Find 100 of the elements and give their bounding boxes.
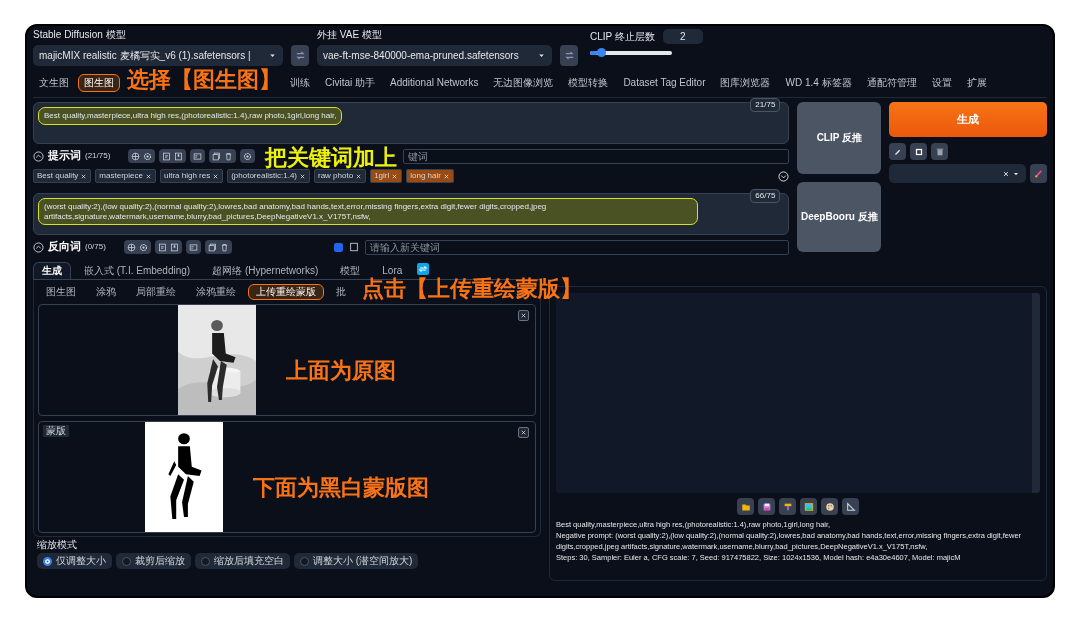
main-tab[interactable]: 文生图 (33, 74, 75, 92)
tag-chip[interactable]: long hair (406, 169, 454, 183)
prompt-text: (worst quality:2),(low quality:2),(normal quality:2),lowres,bad anatomy,bad hands,text,error,missing fingers,extra digit,fewer digits,cropped,jpeg artifacts,signature,watermark,username,blurry,bad_pictures,DeepNegativeV1.x_V175T,nsfw, (38, 198, 698, 226)
output-button[interactable] (800, 498, 817, 515)
toolbar-button[interactable] (159, 149, 187, 163)
toolbar-button[interactable] (154, 240, 182, 254)
remove-icon (299, 172, 306, 180)
sub-tab[interactable]: 批 (328, 284, 354, 300)
select-value: vae-ft-mse-840000-ema-pruned.safetensors (323, 49, 519, 62)
sub-tab[interactable]: 图生图 (38, 284, 84, 300)
sub-tab[interactable]: 上传重绘蒙版 (248, 284, 324, 300)
tag-chip[interactable]: Best quality (33, 169, 92, 183)
main-tab[interactable]: 训练 (284, 74, 316, 92)
tool-button[interactable] (931, 143, 949, 160)
main-tab[interactable]: Civitai 助手 (319, 74, 381, 92)
radio-option[interactable]: 裁剪后缩放 (116, 553, 191, 569)
refresh-button[interactable] (560, 45, 578, 66)
slider-thumb[interactable] (597, 48, 607, 57)
remove-icon (144, 172, 152, 180)
interrogate-button[interactable]: CLIP 反推 (797, 102, 882, 174)
remove-icon (442, 172, 450, 180)
main-tab[interactable]: Dataset Tag Editor (617, 74, 712, 92)
toolbar-button[interactable] (185, 240, 201, 254)
close-button[interactable] (518, 427, 529, 438)
model-select[interactable]: vae-ft-mse-840000-ema-pruned.safetensors (317, 45, 552, 66)
tag-chip[interactable]: raw photo (314, 169, 367, 183)
checkbox[interactable] (333, 242, 343, 252)
tool-button[interactable] (910, 143, 928, 160)
model-select[interactable]: majicMIX realistic 麦橘写实_v6 (1).safetensors | (33, 45, 283, 66)
brush-button[interactable] (1030, 164, 1047, 183)
tab[interactable]: 生成 (33, 262, 71, 279)
remove-icon (391, 172, 399, 180)
tag-chip[interactable]: masterpiece (95, 169, 156, 183)
radio-option[interactable]: 仅调整大小 (37, 553, 112, 569)
section-label: 反向词 (48, 240, 81, 254)
annotation-text: 下面为黑白蒙版图 (253, 477, 429, 499)
image-label: 蒙版 (43, 425, 69, 437)
output-button[interactable] (821, 498, 838, 515)
settings-icon (243, 151, 253, 161)
main-tab[interactable]: 图库浏览器 (714, 74, 777, 92)
annotation-text: 上面为原图 (286, 360, 396, 382)
toolbar-button[interactable] (209, 149, 237, 163)
output-button[interactable] (758, 498, 775, 515)
image-upload[interactable]: 上面为原图 (38, 304, 536, 416)
main-tab[interactable]: 设置 (925, 74, 958, 92)
note-icon (157, 242, 167, 252)
section-label: 提示词 (48, 149, 81, 163)
card-icon (188, 242, 198, 252)
tag-chip[interactable]: ultra high res (159, 169, 224, 183)
sub-tab[interactable]: 涂鸦重绘 (188, 284, 244, 300)
main-tab[interactable]: 图生图 (78, 74, 120, 92)
toolbar-button[interactable] (204, 240, 232, 254)
tag-chip[interactable]: 1girl (370, 169, 403, 183)
main-tab[interactable]: 扩展 (960, 74, 993, 92)
note-icon (162, 151, 172, 161)
collapse-icon (778, 170, 790, 182)
tab[interactable]: 模型 (331, 262, 370, 279)
sub-tab[interactable]: 局部重绘 (128, 284, 184, 300)
main-tab[interactable]: Additional Networks (384, 74, 485, 92)
refresh-icon (563, 50, 575, 61)
slider-track[interactable] (590, 51, 672, 55)
gear-icon (138, 242, 148, 252)
main-tab[interactable]: 通配符管理 (860, 74, 923, 92)
toolbar-button[interactable] (128, 149, 156, 163)
trash-icon (219, 242, 229, 252)
annotation-text: 把关键词加上 (265, 147, 398, 169)
image-upload[interactable]: 蒙版 下面为黑白蒙版图 (38, 421, 536, 533)
toolbar-button[interactable] (190, 149, 206, 163)
keyword-field[interactable]: 请输入新关键词 (364, 239, 790, 255)
interrogate-button[interactable]: DeepBooru 反推 (797, 182, 882, 252)
trash-icon (934, 146, 945, 157)
output-button[interactable] (779, 498, 796, 515)
main-tab[interactable]: WD 1.4 标签器 (779, 74, 858, 92)
tag-chip[interactable]: (photorealistic:1.4) (227, 169, 310, 183)
annotation-text: 选择【图生图】 (127, 69, 281, 91)
token-counter: 66/75 (750, 189, 781, 203)
output-button[interactable] (737, 498, 754, 515)
close-button[interactable] (518, 310, 529, 321)
refresh-button[interactable] (291, 45, 309, 66)
bookmark-icon (174, 151, 184, 161)
number-field[interactable]: 2 (662, 29, 703, 44)
paint-roller-icon (782, 501, 793, 512)
radio-option[interactable]: 缩放后填充空白 (195, 553, 290, 569)
radio-option[interactable]: 调整大小 (潜空间放大) (294, 553, 419, 569)
toolbar-button[interactable] (240, 149, 256, 163)
square-icon (348, 242, 359, 252)
tab[interactable]: 嵌入式 (T.I. Embedding) (75, 262, 200, 279)
tool-button[interactable] (889, 143, 907, 160)
field-label: CLIP 终止层数 (590, 30, 655, 43)
tab[interactable]: 超网络 (Hypernetworks) (203, 262, 328, 279)
collapse-icon (33, 241, 44, 253)
output-button[interactable] (842, 498, 859, 515)
main-tab[interactable]: 模型转换 (562, 74, 615, 92)
main-tab[interactable]: 无边图像浏览 (487, 74, 560, 92)
toolbar-button[interactable] (123, 240, 151, 254)
sub-tab[interactable]: 涂鸦 (88, 284, 124, 300)
token-count: (0/75) (85, 242, 106, 252)
globe-icon (126, 242, 136, 252)
keyword-field[interactable]: 键词 (403, 148, 790, 164)
annotation-text: 点击【上传重绘蒙版】 (362, 278, 582, 300)
